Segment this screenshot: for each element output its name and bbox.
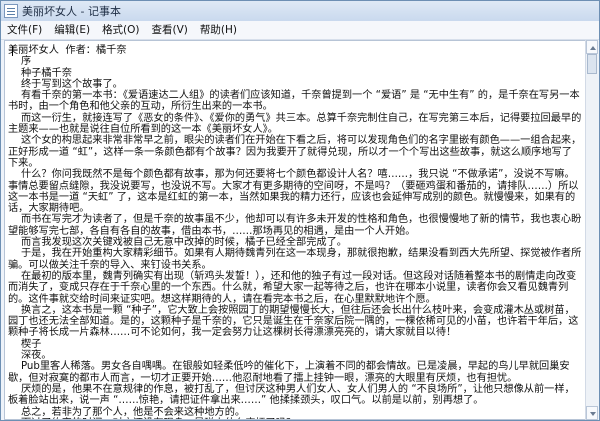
scroll-down-button[interactable] [586, 406, 598, 420]
menu-view[interactable]: 查看(V) [146, 21, 194, 39]
scroll-up-button[interactable] [586, 40, 598, 54]
vertical-scrollbar[interactable] [585, 40, 598, 420]
window-title: 美丽坏女人 - 记事本 [22, 5, 121, 18]
text-editor[interactable]: 美丽坏女人 作者：橘千奈 序 种子橘千奈 终于写到这个故事了。 有看千奈的第一本… [4, 40, 586, 420]
scroll-down-icon [590, 412, 596, 416]
title-bar[interactable]: 美丽坏女人 - 记事本 [1, 1, 599, 21]
text-caret [12, 46, 13, 56]
document-text[interactable]: 美丽坏女人 作者：橘千奈 序 种子橘千奈 终于写到这个故事了。 有看千奈的第一本… [8, 45, 582, 419]
notepad-window: 美丽坏女人 - 记事本 文件(F) 编辑(E) 格式(O) 查看(V) 帮助(H… [0, 0, 600, 421]
menu-bar: 文件(F) 编辑(E) 格式(O) 查看(V) 帮助(H) [1, 21, 599, 40]
menu-file[interactable]: 文件(F) [1, 21, 48, 39]
scroll-thumb[interactable] [587, 54, 597, 74]
notepad-app-icon [4, 4, 18, 18]
menu-edit[interactable]: 编辑(E) [48, 21, 96, 39]
scroll-up-icon [590, 46, 596, 50]
menu-format[interactable]: 格式(O) [96, 21, 145, 39]
menu-help[interactable]: 帮助(H) [194, 21, 243, 39]
